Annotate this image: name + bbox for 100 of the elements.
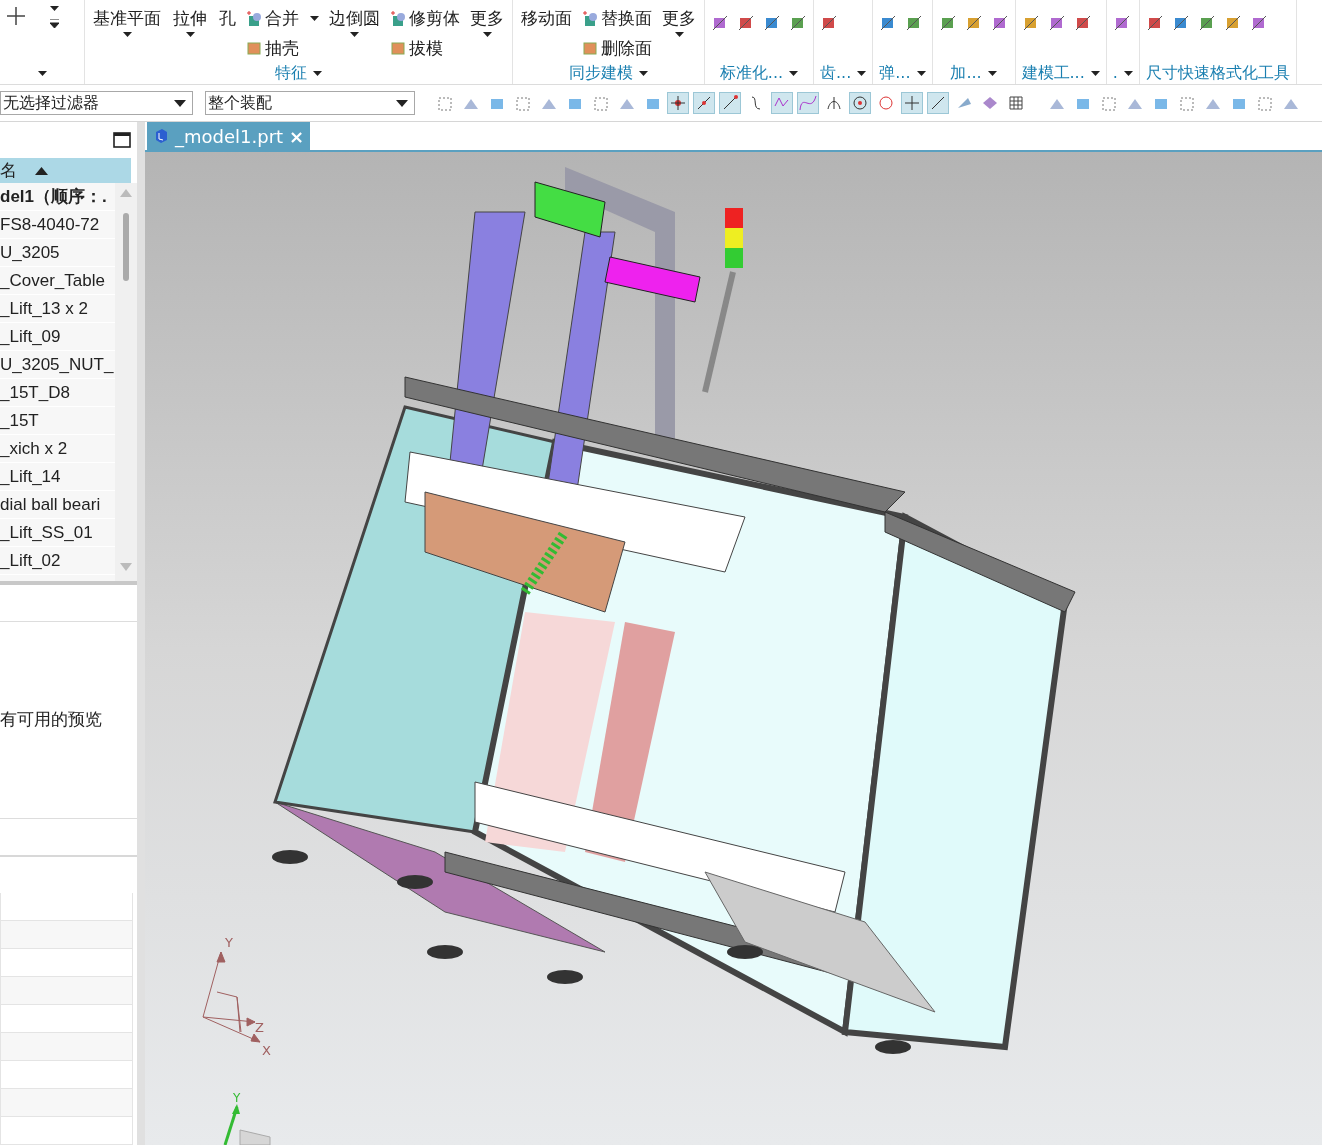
caret-icon[interactable]: [639, 70, 648, 76]
scrollbar-thumb[interactable]: [123, 213, 130, 282]
scope-dropdown[interactable]: 整个装配: [205, 91, 415, 115]
caret-icon[interactable]: [313, 70, 322, 76]
tool-icon[interactable]: [990, 14, 1009, 32]
caret-icon[interactable]: [310, 16, 319, 22]
group-label: 弹...: [879, 62, 911, 84]
overflow-icon[interactable]: [50, 19, 59, 28]
snap-toggle-button[interactable]: [771, 92, 793, 114]
tool-icon[interactable]: [1112, 14, 1131, 32]
tool-icon[interactable]: [1197, 14, 1216, 32]
group-label: .: [1112, 62, 1118, 84]
plus-icon[interactable]: [6, 6, 26, 26]
tool-icon[interactable]: [905, 14, 924, 32]
tree-item[interactable]: del1（顺序：.: [0, 183, 116, 212]
caret-icon[interactable]: [857, 70, 867, 76]
caret-icon[interactable]: [674, 31, 684, 37]
ribbon-button[interactable]: 抽壳: [246, 35, 319, 61]
tree-item[interactable]: _Cover_Table: [0, 267, 116, 296]
caret-icon[interactable]: [789, 70, 799, 76]
tool-icon[interactable]: [711, 14, 729, 32]
tool-icon[interactable]: [1223, 14, 1242, 32]
caret-icon[interactable]: [482, 31, 492, 37]
group-label: 齿...: [820, 62, 852, 84]
tool-icon[interactable]: [938, 14, 957, 32]
tool-icon[interactable]: [737, 14, 755, 32]
caret-icon[interactable]: [1123, 70, 1133, 76]
part-file-icon: [153, 128, 169, 144]
ribbon-button[interactable]: 孔: [217, 6, 238, 32]
ribbon-button[interactable]: 边倒圆: [327, 6, 382, 37]
caret-icon[interactable]: [916, 70, 926, 76]
tree-item[interactable]: _Lift_02: [0, 547, 116, 576]
snap-toggle-button[interactable]: [797, 92, 819, 114]
ribbon-button[interactable]: 替换面: [582, 6, 652, 32]
ribbon-button[interactable]: 移动面: [519, 6, 574, 32]
sort-ascending-icon: [35, 166, 48, 175]
part-icon: [390, 40, 406, 57]
caret-icon[interactable]: [185, 31, 195, 37]
axis-label: Z: [255, 1020, 264, 1035]
snap-toggle-button[interactable]: [719, 92, 741, 114]
snap-toggle-button[interactable]: [693, 92, 715, 114]
snap-point-icon: [877, 94, 895, 112]
caret-icon[interactable]: [987, 70, 997, 76]
ribbon-button[interactable]: 更多: [468, 6, 506, 37]
tool-icon[interactable]: [763, 14, 781, 32]
caret-icon[interactable]: [37, 70, 47, 76]
ribbon-button[interactable]: 拉伸: [171, 6, 209, 37]
tool-icon[interactable]: [1073, 14, 1092, 32]
tree-item[interactable]: _Lift_13 x 2: [0, 295, 116, 324]
part-icon: [582, 10, 598, 27]
tool-icon[interactable]: [1021, 14, 1040, 32]
column-header[interactable]: 名: [0, 157, 131, 184]
tool-icon[interactable]: [879, 14, 898, 32]
tree-item[interactable]: U_3205_NUT_: [0, 351, 116, 380]
view-tool-icon: [1099, 94, 1117, 112]
group-label: 建模工...: [1021, 62, 1085, 84]
selection-filter-dropdown[interactable]: 无选择过滤器: [0, 91, 193, 115]
snap-point-icon: [695, 94, 713, 112]
ribbon-button[interactable]: 基准平面: [91, 6, 163, 37]
tree-item[interactable]: _15T: [0, 407, 116, 436]
tool-icon[interactable]: [1047, 14, 1066, 32]
ribbon-button[interactable]: 删除面: [582, 35, 652, 61]
ribbon-button[interactable]: 更多: [660, 6, 698, 37]
tool-icon[interactable]: [820, 14, 838, 32]
snap-toggle-button[interactable]: [667, 92, 689, 114]
caret-icon[interactable]: [1090, 70, 1100, 76]
snap-toggle-button[interactable]: [901, 92, 923, 114]
group-label: 尺寸快速格式化工具: [1145, 62, 1290, 84]
caret-icon[interactable]: [122, 31, 132, 37]
axis-label: Y: [233, 1091, 241, 1105]
tool-icon[interactable]: [964, 14, 983, 32]
snap-toggle-button[interactable]: [849, 92, 871, 114]
tool-icon[interactable]: [1249, 14, 1268, 32]
maximize-icon[interactable]: [113, 131, 131, 148]
selection-tool-icon: [591, 94, 609, 112]
tree-item[interactable]: _15T_D8: [0, 379, 116, 408]
ribbon-button[interactable]: 修剪体: [390, 6, 460, 32]
part-icon: [246, 40, 262, 57]
tree-item[interactable]: _xich x 2: [0, 435, 116, 464]
caret-icon[interactable]: [174, 99, 186, 107]
tool-icon[interactable]: [1171, 14, 1190, 32]
tree-item[interactable]: U_3205: [0, 239, 116, 268]
tree-item[interactable]: _Lift_SS_01: [0, 519, 116, 548]
tree-item[interactable]: FS8-4040-72: [0, 211, 116, 240]
tree-item[interactable]: dial ball beari: [0, 491, 116, 520]
tree-item[interactable]: _Lift_09: [0, 323, 116, 352]
axis-label: Y: [225, 935, 233, 950]
snap-point-icon: [721, 94, 739, 112]
tool-icon[interactable]: [789, 14, 807, 32]
caret-icon[interactable]: [350, 31, 359, 37]
snap-point-icon: [825, 94, 843, 112]
caret-icon[interactable]: [396, 99, 408, 107]
snap-point-icon: [851, 94, 869, 112]
tree-item[interactable]: _Lift_14: [0, 463, 116, 492]
tool-icon[interactable]: [1145, 14, 1164, 32]
snap-toggle-button[interactable]: [927, 92, 949, 114]
group-label: 同步建模: [569, 62, 633, 84]
ribbon-button[interactable]: 拔模: [390, 35, 460, 61]
ribbon-button[interactable]: 合并: [246, 6, 319, 32]
caret-icon[interactable]: [50, 6, 59, 11]
